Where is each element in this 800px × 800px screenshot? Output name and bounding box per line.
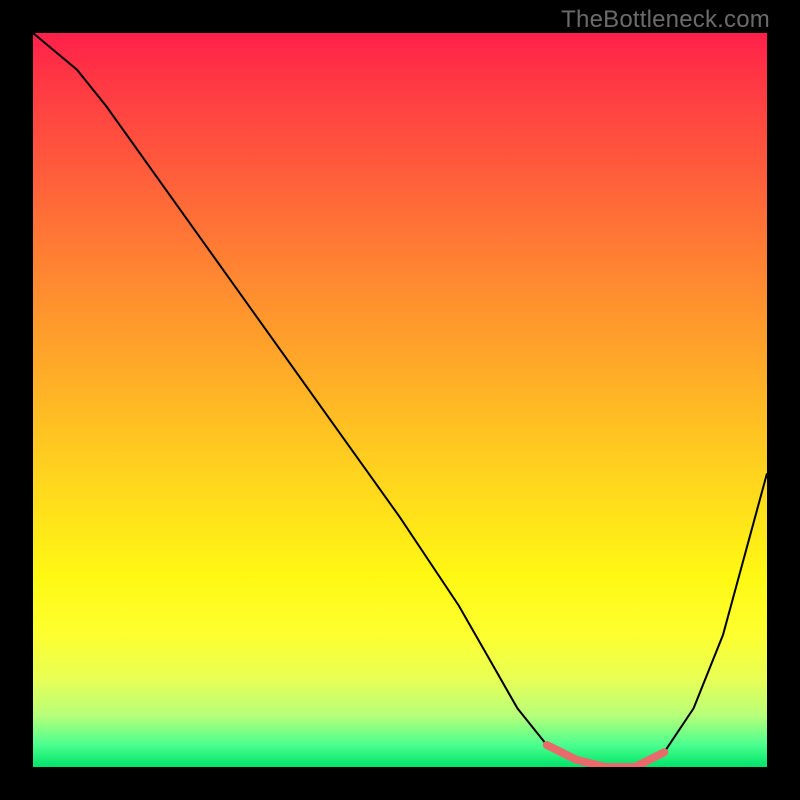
curve-layer	[33, 33, 767, 767]
sweet-spot-segment	[547, 745, 664, 767]
bottleneck-curve	[33, 33, 767, 767]
chart-frame: TheBottleneck.com	[0, 0, 800, 800]
plot-area	[33, 33, 767, 767]
watermark-text: TheBottleneck.com	[561, 6, 770, 34]
